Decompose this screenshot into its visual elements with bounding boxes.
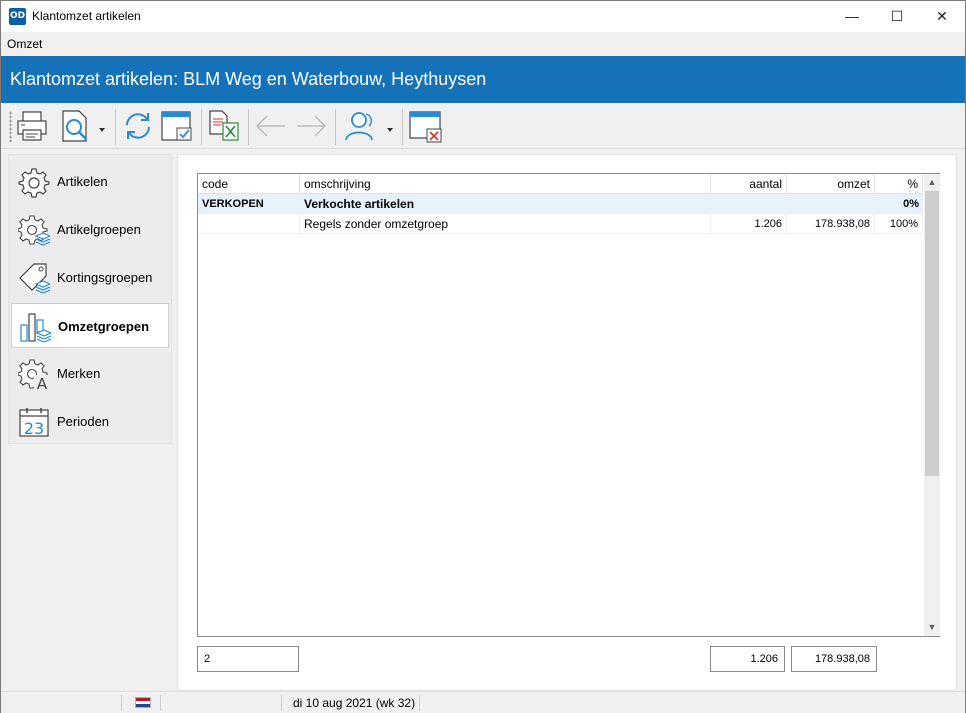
column-header-omzet[interactable]: omzet [787,174,875,194]
bar-chart-icon [20,313,51,343]
cell-omzet [787,194,875,214]
toolbar-separator [335,109,336,145]
scroll-up-button[interactable]: ▲ [924,174,940,191]
calendar-icon: 23 [19,408,49,438]
toolbar-grip [9,111,12,143]
gear-stack-icon [18,215,50,246]
print-button[interactable] [15,108,49,144]
window-title: Klantomzet artikelen [32,9,141,23]
column-header-code[interactable]: code [198,174,300,194]
gear-letter-icon: A [18,359,50,390]
print-preview-button[interactable] [59,108,109,144]
menu-omzet[interactable]: Omzet [7,37,42,51]
grid-header: code omschrijving aantal omzet % [198,174,923,194]
nav-label: Artikelen [57,174,108,189]
nav-item-perioden[interactable]: 23 Perioden [11,399,169,444]
status-separator [121,695,122,711]
printer-icon [17,111,47,141]
cell-omschrijving: Verkochte artikelen [304,197,415,211]
vertical-scrollbar[interactable]: ▲ ▼ [924,174,940,636]
customer-icon [345,112,393,141]
nav-panel: Artikelen Artikelgroepen Kortingsgroepen [8,154,172,444]
nav-item-omzetgroepen[interactable]: Omzetgroepen [11,303,169,348]
toolbar-separator [201,109,202,145]
export-excel-icon [209,110,239,141]
close-window-button[interactable] [407,108,445,144]
nav-item-kortingsgroepen[interactable]: Kortingsgroepen [11,255,169,300]
toolbar-separator [402,109,403,145]
status-bar: di 10 aug 2021 (wk 32) [1,691,965,713]
nav-label: Artikelgroepen [57,222,141,237]
cell-code [198,214,300,234]
cell-omzet: 178.938,08 [787,214,875,234]
column-header-omschrijving[interactable]: omschrijving [300,174,711,194]
toolbar-separator [248,109,249,145]
title-bar: OD Klantomzet artikelen — ☐ ✕ [1,1,965,32]
back-button[interactable] [253,108,289,144]
total-count-field: 2 [197,646,299,672]
select-window-icon [161,111,192,141]
close-window-icon [409,111,442,143]
scroll-down-button[interactable]: ▼ [924,619,940,636]
nav-item-artikelgroepen[interactable]: Artikelgroepen [11,207,169,252]
refresh-button[interactable] [121,108,155,144]
netherlands-flag-icon [135,697,151,708]
refresh-icon [126,113,150,139]
header-band: Klantomzet artikelen: BLM Weg en Waterbo… [1,56,965,103]
table-row[interactable]: Regels zonder omzetgroep 1.206 178.938,0… [198,214,923,234]
minimize-button[interactable]: — [829,1,875,32]
customer-button[interactable] [341,108,399,144]
forward-button[interactable] [293,108,329,144]
status-date: di 10 aug 2021 (wk 32) [293,696,416,710]
group-row[interactable]: VERKOPEN Verkochte artikelen 0% [198,194,923,214]
cell-percentage: 0% [903,198,919,210]
scroll-thumb[interactable] [925,191,939,476]
nav-label: Merken [57,366,101,381]
nav-item-artikelen[interactable]: Artikelen [11,159,169,204]
data-grid: code omschrijving aantal omzet % VERKOPE… [197,173,940,637]
print-preview-icon [62,110,105,142]
column-header-aantal[interactable]: aantal [711,174,787,194]
calendar-day: 23 [24,419,44,438]
app-window: OD Klantomzet artikelen — ☐ ✕ Omzet Klan… [0,0,966,713]
nav-label: Kortingsgroepen [57,270,153,285]
cell-omschrijving: Regels zonder omzetgroep [300,214,711,234]
column-header-percentage[interactable]: % [875,174,923,194]
cell-code: VERKOPEN [202,198,264,210]
cell-aantal [711,194,787,214]
toolbar-separator [115,109,116,145]
nav-label: Omzetgroepen [58,319,150,334]
export-excel-button[interactable] [206,108,242,144]
page-title: Klantomzet artikelen: BLM Weg en Waterbo… [10,69,487,89]
status-separator [160,695,161,711]
nav-label: Perioden [57,414,110,429]
gear-icon [18,168,50,198]
toolbar [1,103,965,149]
content-panel: code omschrijving aantal omzet % VERKOPE… [177,154,957,691]
menu-bar: Omzet [1,32,965,56]
back-arrow-icon [255,115,285,137]
total-omzet-field: 178.938,08 [791,646,877,672]
tag-stack-icon [19,263,50,294]
select-window-button[interactable] [159,108,195,144]
cell-aantal: 1.206 [711,214,787,234]
close-button[interactable]: ✕ [919,1,965,32]
nav-item-merken[interactable]: A Merken [11,351,169,396]
status-separator [281,695,282,711]
total-aantal-field: 1.206 [710,646,785,672]
status-separator [419,695,420,711]
maximize-button[interactable]: ☐ [874,1,920,32]
forward-arrow-icon [297,115,327,137]
cell-percentage: 100% [875,214,923,234]
app-logo-icon: OD [9,8,26,25]
merken-letter: A [37,375,48,390]
